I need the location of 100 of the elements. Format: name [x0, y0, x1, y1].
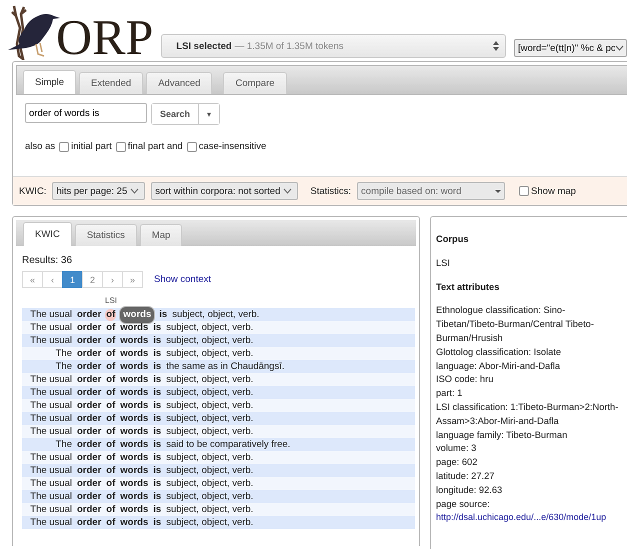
match-word[interactable]: order [76, 516, 102, 528]
match-word[interactable]: words [119, 386, 150, 398]
corpus-selector[interactable]: LSI selected — 1.35M of 1.35M tokens [161, 34, 506, 58]
tab[interactable]: Map [140, 224, 182, 246]
match-word[interactable]: is [152, 412, 162, 424]
logo-text: ORP [56, 14, 154, 60]
checkbox[interactable] [186, 142, 197, 152]
match-word[interactable]: of [105, 516, 116, 528]
checkbox[interactable] [116, 142, 126, 152]
match-word[interactable]: of [105, 438, 116, 450]
match-word[interactable]: words [119, 438, 150, 450]
match-word[interactable]: is [152, 516, 162, 528]
right-context: subject, object, verb. [166, 451, 254, 464]
page-button[interactable]: 2 [82, 271, 103, 288]
match-word[interactable]: is [152, 360, 162, 372]
attribute-text: language: Abor-Miri-and-Dafla [436, 360, 562, 373]
match-word[interactable]: is [152, 490, 162, 502]
match-word[interactable]: is [152, 322, 162, 334]
match-word[interactable]: words [119, 400, 150, 412]
match-word[interactable]: is [152, 426, 162, 438]
page-button[interactable]: › [102, 271, 123, 288]
compile-select[interactable]: compile based on: word [357, 182, 506, 200]
match-word[interactable]: words [119, 306, 156, 324]
match-word[interactable]: words [119, 322, 150, 334]
match-word[interactable]: of [105, 322, 116, 334]
match-word[interactable]: is [152, 374, 162, 386]
tab[interactable]: Extended [79, 72, 144, 94]
match-word[interactable]: words [119, 452, 150, 464]
match-word[interactable]: is [152, 348, 162, 360]
match-word[interactable]: of [105, 464, 116, 476]
right-context: subject, object, verb. [166, 373, 254, 386]
match-word[interactable]: is [152, 464, 162, 476]
hits-per-page-select[interactable]: hits per page: 25 [52, 182, 146, 200]
left-context: The usual [29, 425, 73, 438]
show-context-link[interactable]: Show context [154, 274, 212, 285]
page-button[interactable]: « [22, 271, 43, 288]
match-word[interactable]: of [105, 348, 116, 360]
match-word[interactable]: of [105, 504, 116, 516]
match-word[interactable]: order [76, 322, 102, 334]
tab[interactable]: Compare [223, 72, 287, 94]
match-word[interactable]: of [105, 308, 116, 320]
checkbox[interactable] [519, 186, 530, 196]
match-word[interactable]: is [152, 478, 162, 490]
match-word[interactable]: order [76, 412, 102, 424]
match-word[interactable]: of [105, 360, 116, 372]
match-word[interactable]: order [76, 308, 102, 320]
match-word[interactable]: is [158, 308, 168, 320]
match-word[interactable]: is [152, 438, 162, 450]
match-word[interactable]: of [105, 334, 116, 346]
search-field[interactable]: order of words is [25, 103, 147, 123]
match-word[interactable]: words [119, 374, 150, 386]
match-word[interactable]: of [105, 386, 116, 398]
page-button[interactable]: 1 [62, 271, 83, 288]
match-word[interactable]: order [76, 438, 102, 450]
match-word[interactable]: order [76, 426, 102, 438]
match-word[interactable]: order [76, 348, 102, 360]
match-word[interactable]: order [76, 490, 102, 502]
match-word[interactable]: is [152, 400, 162, 412]
match-word[interactable]: order [76, 374, 102, 386]
match-word[interactable]: words [119, 504, 150, 516]
match-word[interactable]: order [76, 478, 102, 490]
match-word[interactable]: words [119, 478, 150, 490]
match-word[interactable]: of [105, 374, 116, 386]
match-word[interactable]: is [152, 386, 162, 398]
match-word[interactable]: words [119, 516, 150, 528]
match-word[interactable]: words [119, 464, 150, 476]
match-word[interactable]: order [76, 360, 102, 372]
match-word[interactable]: words [119, 426, 150, 438]
match-word[interactable]: words [119, 412, 150, 424]
match-word[interactable]: of [105, 490, 116, 502]
match-word[interactable]: words [119, 360, 150, 372]
match-word[interactable]: order [76, 386, 102, 398]
tab[interactable]: Advanced [146, 72, 212, 94]
tab[interactable]: KWIC [23, 222, 72, 246]
right-context: said to be comparatively free. [166, 438, 290, 451]
match-word[interactable]: order [76, 504, 102, 516]
match-word[interactable]: of [105, 412, 116, 424]
checkbox[interactable] [59, 142, 70, 152]
match-word[interactable]: is [152, 504, 162, 516]
match-word[interactable]: order [76, 464, 102, 476]
match-word[interactable]: order [76, 452, 102, 464]
match-word[interactable]: words [119, 348, 150, 360]
match-word[interactable]: of [105, 400, 116, 412]
match-word[interactable]: of [105, 452, 116, 464]
match-word[interactable]: of [105, 426, 116, 438]
dropdown-button[interactable]: ▾ [198, 104, 220, 124]
match-word[interactable]: order [76, 334, 102, 346]
page-source-link[interactable]: http://dsal.uchicago.edu/...e/630/mode/1up [436, 512, 606, 522]
match-word[interactable]: is [152, 452, 162, 464]
page-button[interactable]: ‹ [42, 271, 63, 288]
match-word[interactable]: words [119, 334, 150, 346]
match-word[interactable]: order [76, 400, 102, 412]
match-word[interactable]: of [105, 478, 116, 490]
match-word[interactable]: is [152, 334, 162, 346]
sort-select[interactable]: sort within corpora: not sorted [151, 182, 298, 200]
page-button[interactable]: » [122, 271, 143, 288]
query-select[interactable]: [word="e(tt|n)" %c & pc [514, 39, 627, 57]
tab[interactable]: Simple [23, 70, 76, 94]
tab[interactable]: Statistics [74, 224, 137, 246]
match-word[interactable]: words [119, 490, 150, 502]
